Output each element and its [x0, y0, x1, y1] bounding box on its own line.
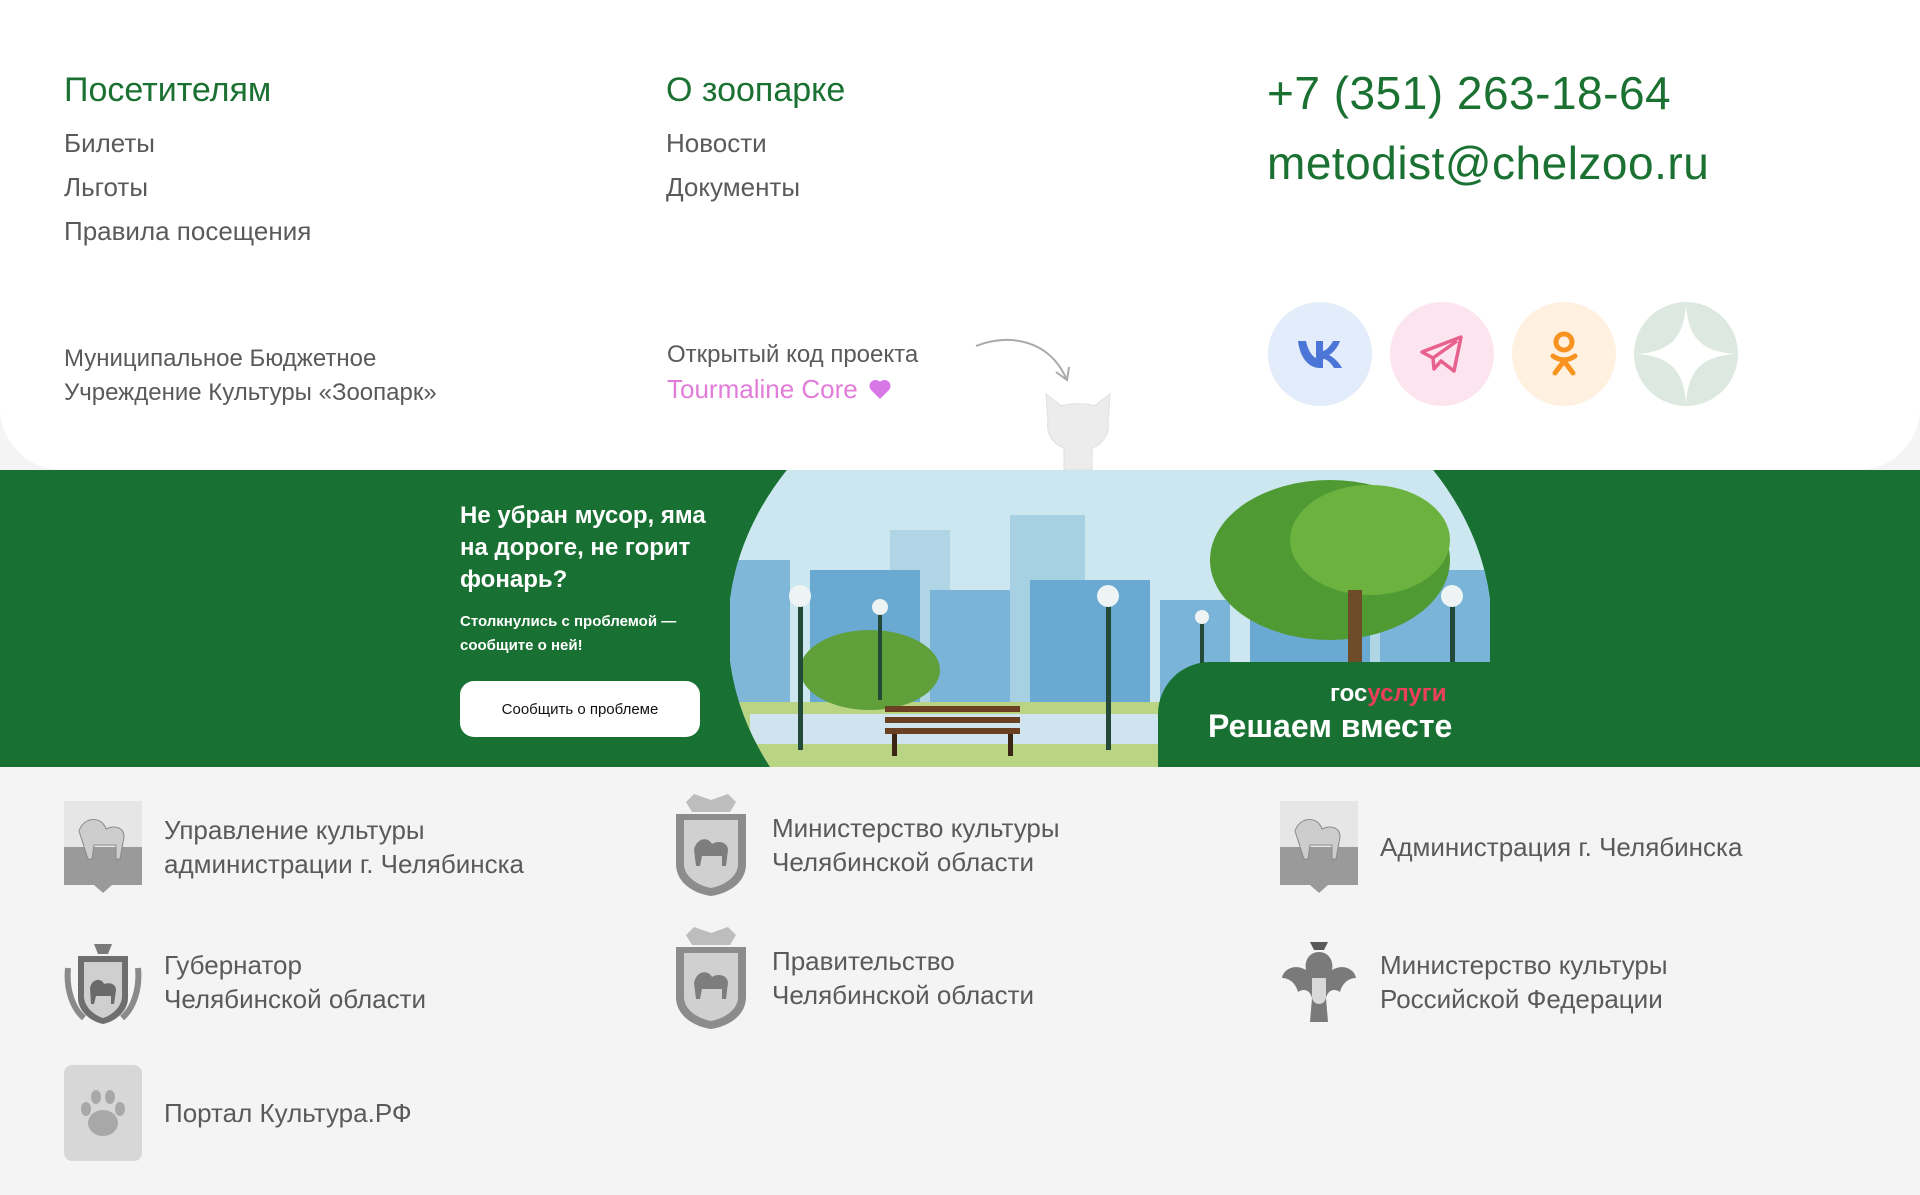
report-problem-button[interactable]: Сообщить о проблеме [460, 681, 700, 737]
banner-title: Не убран мусор, яма на дороге, не горит … [460, 502, 706, 593]
partner-5-line-1: Правительство [772, 946, 955, 976]
curved-arrow-icon [975, 338, 1070, 382]
partner-regional-government[interactable]: Правительство Челябинской области [672, 927, 1035, 1029]
visitors-heading: Посетителям [64, 71, 272, 109]
link-tickets[interactable]: Билеты [64, 128, 311, 158]
contacts-column: +7 (351) 263-18-64 metodist@chelzoo.ru [1267, 66, 1709, 190]
dzen-button[interactable] [1634, 302, 1738, 406]
kultura-paw-icon [64, 1065, 142, 1161]
telegram-button[interactable] [1390, 302, 1494, 406]
partner-1-line-1: Управление культуры [164, 815, 425, 845]
phone-link[interactable]: +7 (351) 263-18-64 [1267, 66, 1709, 120]
visitors-column: Посетителям Билеты Льготы Правила посеще… [64, 70, 311, 246]
partner-3-line-1: Администрация г. Челябинска [1380, 832, 1743, 862]
partner-governor[interactable]: Губернатор Челябинской области [64, 934, 426, 1030]
tourmaline-link[interactable]: Tourmaline Core [667, 372, 892, 406]
open-source-block: Открытый код проекта Tourmaline Core [667, 338, 918, 408]
odnoklassniki-icon [1550, 331, 1578, 376]
partner-city-administration[interactable]: Администрация г. Челябинска [1280, 799, 1742, 895]
chelyabinsk-region-emblem-icon [672, 927, 750, 1029]
link-news[interactable]: Новости [666, 128, 845, 158]
partner-russian-culture-ministry[interactable]: Министерство культуры Российской Федераци… [1280, 934, 1668, 1030]
organization-line-2: Учреждение Культуры «Зоопарк» [64, 379, 437, 406]
vk-icon [1298, 341, 1342, 368]
partner-regional-culture-ministry[interactable]: Министерство культуры Челябинской области [672, 794, 1060, 896]
gosuslugi-logo-part-1: гос [1330, 680, 1368, 707]
partner-kultura-rf-portal[interactable]: Портал Культура.РФ [64, 1065, 412, 1161]
chelyabinsk-city-emblem-icon [1280, 799, 1358, 895]
gosuslugi-logo-part-2: услуги [1367, 680, 1447, 707]
telegram-icon [1420, 335, 1463, 373]
partner-1-line-2: администрации г. Челябинска [164, 849, 525, 879]
banner-subtitle: Столкнулись с проблемой — сообщите о ней… [460, 613, 677, 654]
organization-name: Муниципальное Бюджетное Учреждение Культ… [64, 342, 437, 410]
open-source-label: Открытый код проекта [667, 341, 919, 368]
email-link[interactable]: metodist@chelzoo.ru [1267, 136, 1709, 190]
partner-4-line-1: Губернатор [164, 950, 302, 980]
organization-line-1: Муниципальное Бюджетное [64, 345, 377, 372]
partner-6-line-1: Министерство культуры [1380, 950, 1668, 980]
gosuslugi-banner: Не убран мусор, яма на дороге, не горит … [0, 470, 1920, 767]
tourmaline-link-text: Tourmaline Core [667, 374, 858, 404]
partner-culture-department[interactable]: Управление культуры администрации г. Челя… [64, 799, 524, 895]
heart-icon [869, 379, 891, 399]
chelyabinsk-city-emblem-icon [64, 799, 142, 895]
github-octocat-icon[interactable] [1038, 388, 1118, 470]
russian-eagle-emblem-icon [1280, 934, 1358, 1030]
vk-button[interactable] [1268, 302, 1372, 406]
partner-2-line-1: Министерство культуры [772, 813, 1060, 843]
link-rules[interactable]: Правила посещения [64, 216, 311, 246]
partner-7-line-1: Портал Культура.РФ [164, 1098, 412, 1128]
partner-4-line-2: Челябинской области [164, 984, 427, 1014]
partner-2-line-2: Челябинской области [772, 847, 1035, 877]
partner-6-line-2: Российской Федерации [1380, 984, 1663, 1014]
about-heading: О зоопарке [666, 71, 846, 109]
about-column: О зоопарке Новости Документы [666, 70, 845, 202]
link-documents[interactable]: Документы [666, 172, 845, 202]
gosuslugi-logo: госуслуги [1330, 680, 1447, 708]
odnoklassniki-button[interactable] [1512, 302, 1616, 406]
dzen-icon [1636, 304, 1736, 404]
gosuslugi-tagline: Решаем вместе [1208, 708, 1453, 744]
footer-top-card: Посетителям Билеты Льготы Правила посеще… [0, 0, 1920, 470]
partner-5-line-2: Челябинской области [772, 980, 1035, 1010]
link-benefits[interactable]: Льготы [64, 172, 311, 202]
chelyabinsk-region-emblem-icon [672, 794, 750, 896]
social-links [1268, 302, 1738, 406]
governor-emblem-icon [64, 934, 142, 1030]
